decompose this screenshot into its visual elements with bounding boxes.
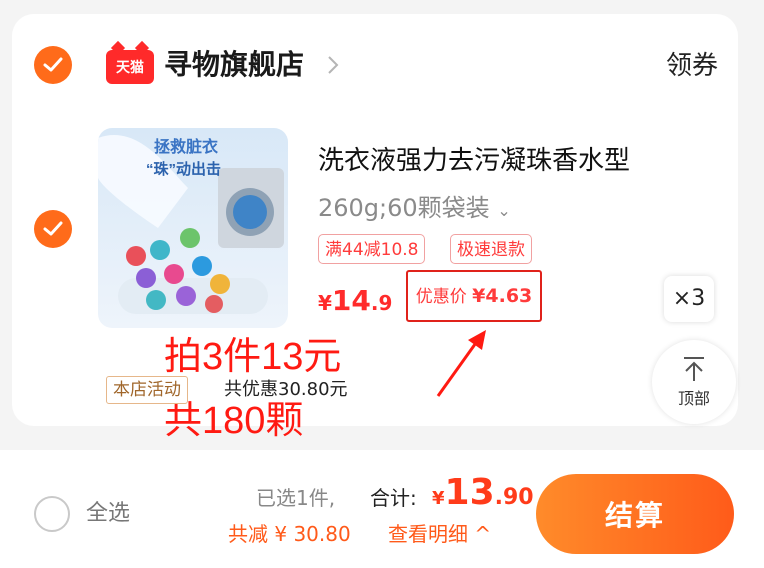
price-decimal: .9: [370, 291, 393, 315]
total-label: 合计:: [370, 486, 417, 510]
store-checkbox[interactable]: [34, 46, 72, 84]
select-all-label[interactable]: 全选: [86, 498, 130, 530]
price-symbol: ¥: [318, 291, 332, 315]
view-details-link[interactable]: 查看明细 ^: [388, 520, 491, 548]
product-spec: 260g;60颗袋装: [318, 194, 490, 222]
product-title[interactable]: 洗衣液强力去污凝珠香水型: [318, 140, 630, 177]
product-spec-selector[interactable]: 260g;60颗袋装 ⌄: [318, 188, 511, 223]
back-to-top-button[interactable]: 顶部: [652, 340, 736, 424]
coupon-price-symbol: ¥: [472, 285, 486, 307]
arrow-up-icon: [684, 357, 704, 381]
store-discount-text: 共优惠30.80元: [224, 379, 348, 400]
total-decimal: .90: [494, 485, 534, 510]
laundry-pods-illustration: 拯救脏衣 “珠”动出击: [98, 128, 288, 328]
item-checkbox[interactable]: [34, 210, 72, 248]
chevron-right-icon[interactable]: [326, 54, 340, 76]
store-activity-badge: 本店活动: [106, 376, 188, 404]
quantity-button[interactable]: ×3: [664, 276, 714, 322]
back-to-top-label: 顶部: [677, 389, 710, 408]
check-icon: [43, 221, 63, 236]
image-text-line1: 拯救脏衣: [154, 137, 218, 156]
annotation-line1: 拍3件13元: [164, 336, 342, 378]
store-header: 天猫 寻物旗舰店 领券: [12, 14, 738, 116]
price-integer: 14: [331, 284, 371, 317]
saved-amount: 共减 ¥ 30.80: [228, 522, 351, 546]
product-image[interactable]: 拯救脏衣 “珠”动出击: [98, 128, 288, 328]
coupon-price-box: 优惠价 ¥4.63: [406, 270, 542, 322]
total-symbol: ¥: [432, 488, 445, 509]
cart-store-card: 天猫 寻物旗舰店 领券 拯救脏衣 “珠”动出击 洗衣液强力去污凝珠香水型 260…: [12, 14, 738, 442]
promo-tag: 满44减10.8: [318, 234, 426, 264]
store-name[interactable]: 寻物旗舰店: [164, 45, 304, 85]
check-icon: [43, 57, 63, 72]
coupon-price-label: 优惠价: [415, 287, 467, 307]
chevron-down-icon: ⌄: [497, 201, 511, 220]
refund-tag: 极速退款: [450, 234, 532, 264]
selected-count: 已选1件,: [256, 486, 336, 510]
get-coupon-button[interactable]: 领券: [666, 48, 718, 84]
checkout-button[interactable]: 结算: [536, 474, 734, 554]
total-price: ¥13.90: [432, 472, 534, 513]
tmall-logo-text: 天猫: [116, 60, 144, 76]
tmall-logo: 天猫: [106, 50, 154, 84]
annotation-arrow-icon: [436, 330, 486, 397]
product-price: ¥14.9: [318, 284, 392, 324]
coupon-price-value: 4.63: [485, 285, 533, 307]
total-integer: 13: [444, 472, 495, 513]
annotation-line2: 共180颗: [164, 400, 304, 442]
image-text-line2: “珠”动出击: [146, 160, 221, 178]
select-all-checkbox[interactable]: [34, 496, 70, 532]
